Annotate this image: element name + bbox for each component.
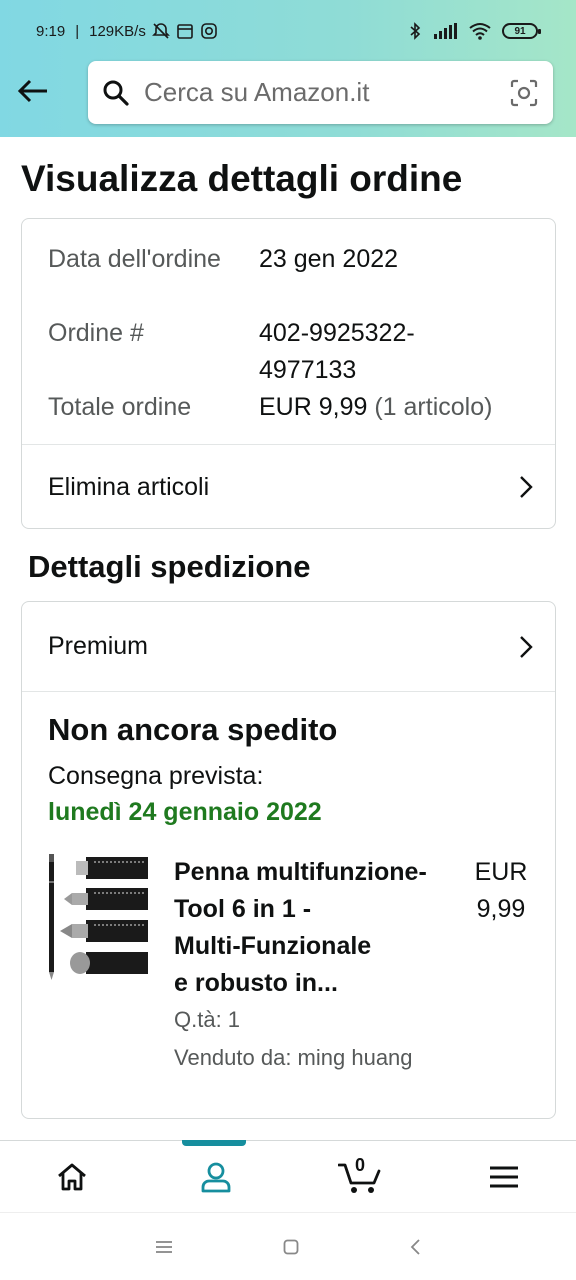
order-total-amount: EUR 9,99 [259, 393, 368, 421]
product-quantity: Q.tà: 1 [174, 1007, 241, 1032]
search-icon [103, 80, 129, 106]
product-price: EUR 9,99 [474, 858, 528, 923]
battery-icon: 91 [502, 23, 541, 39]
arrow-left-icon [17, 79, 47, 103]
search-input[interactable]: Cerca su Amazon.it [144, 77, 509, 108]
delivery-date: lunedì 24 gennaio 2022 [48, 798, 322, 826]
search-bar[interactable]: Cerca su Amazon.it [88, 61, 553, 124]
back-triangle-icon[interactable] [409, 1238, 421, 1256]
nav-menu[interactable] [432, 1141, 576, 1212]
shipping-type-row[interactable]: Premium [22, 602, 555, 691]
order-number-value: 402-9925322-4977133 [259, 319, 415, 384]
signal-icon [434, 23, 457, 39]
order-total-items: (1 articolo) [374, 393, 493, 421]
recent-apps-icon[interactable] [155, 1239, 173, 1255]
menu-icon [490, 1166, 518, 1187]
status-bar: 9:19 | 129KB/s 91 [0, 0, 576, 62]
network-speed: 129KB/s [89, 22, 146, 40]
camera-scan-icon[interactable] [509, 78, 539, 108]
nav-cart[interactable]: 0 [288, 1141, 432, 1212]
shipping-section-title: Dettagli spedizione [28, 549, 311, 584]
account-icon [201, 1162, 231, 1192]
product-image[interactable] [46, 852, 151, 982]
order-total-label: Totale ordine [48, 393, 192, 421]
shipment-status: Non ancora spedito [48, 712, 338, 747]
chevron-right-icon [520, 635, 533, 658]
shipping-type-label: Premium [48, 632, 149, 660]
app-header: 9:19 | 129KB/s 91 Cerca su Amazon.it [0, 0, 576, 137]
remove-items-label: Elimina articoli [48, 472, 210, 501]
nav-account[interactable] [144, 1140, 288, 1212]
order-date-value: 23 gen 2022 [259, 245, 399, 273]
order-number-label: Ordine # [48, 319, 144, 347]
delivery-label: Consegna prevista: [48, 762, 264, 790]
shipping-card: Premium Non ancora spedito Consegna prev… [21, 601, 556, 1119]
back-button[interactable] [16, 74, 50, 108]
status-time: 9:19 [36, 22, 66, 40]
home-square-icon[interactable] [283, 1239, 299, 1255]
bluetooth-icon [410, 22, 421, 40]
page-title: Visualizza dettagli ordine [21, 158, 463, 199]
calendar-icon [177, 24, 193, 39]
wifi-icon [469, 23, 491, 40]
home-icon [58, 1163, 86, 1190]
mute-icon [151, 23, 170, 39]
remove-items-link[interactable]: Elimina articoli [22, 445, 555, 529]
chevron-right-icon [520, 476, 533, 498]
order-total-value: EUR 9,99 (1 articolo) [259, 389, 492, 426]
nav-home[interactable] [0, 1141, 144, 1212]
product-title[interactable]: Penna multifunzione- Tool 6 in 1 - Multi… [174, 854, 464, 1002]
system-nav-bar [0, 1212, 576, 1280]
bottom-nav: 0 [0, 1140, 576, 1212]
order-date-label: Data dell'ordine [48, 245, 221, 273]
instagram-icon [201, 23, 217, 39]
order-summary-card: Data dell'ordine 23 gen 2022 Ordine # 40… [21, 218, 556, 529]
active-indicator [182, 1140, 246, 1146]
divider [22, 691, 555, 692]
product-seller: Venduto da: ming huang [174, 1045, 413, 1070]
cart-count: 0 [354, 1155, 365, 1175]
